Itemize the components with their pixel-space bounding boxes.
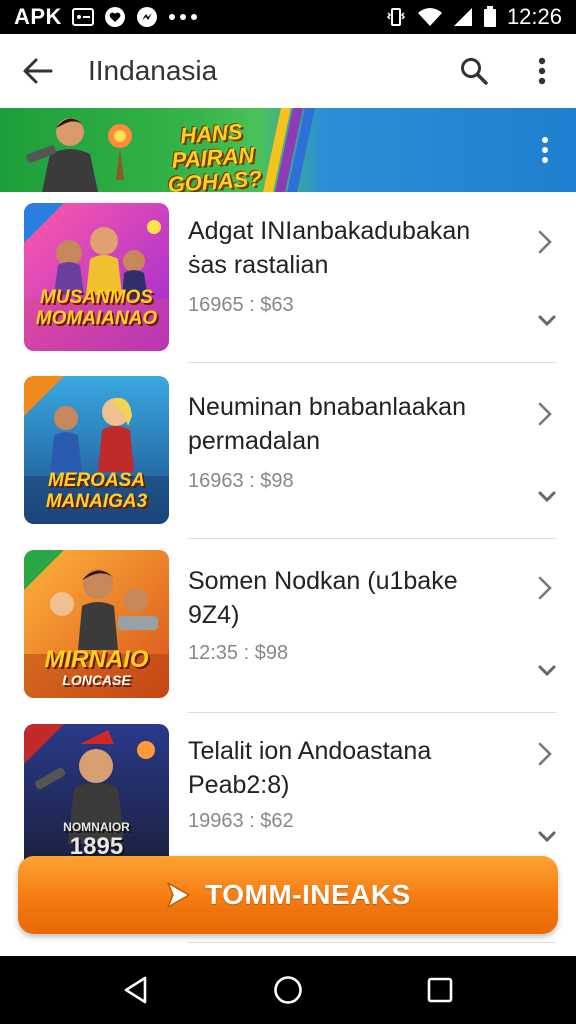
game-thumbnail[interactable]: MUSANMOS MOMAIANAO	[24, 203, 169, 351]
list-item[interactable]: MIRNAIO LONCASE Somen Nodkan (u1bake 9Z4…	[0, 540, 576, 714]
search-icon	[461, 58, 488, 85]
status-carrier-label: APK	[14, 4, 62, 29]
nav-home-button[interactable]	[258, 960, 318, 1020]
thumbnail-text: MEROASA MANAIGA3	[45, 470, 148, 512]
nav-back-button[interactable]	[106, 960, 166, 1020]
banner-text: HANS PAIRAN GOHAS?	[166, 118, 263, 192]
item-title: Telalit ion Andoastana Peab2:8)	[188, 737, 432, 799]
divider	[188, 712, 556, 713]
divider	[188, 942, 556, 943]
app-bar: IIndanasia	[0, 34, 576, 108]
divider	[188, 362, 556, 363]
game-thumbnail[interactable]: NOMNAIOR 1895	[24, 724, 169, 872]
back-button[interactable]	[0, 34, 76, 108]
thumbnail-text: MUSANMOS MOMAIANAO	[35, 287, 158, 329]
list-item[interactable]: MUSANMOS MOMAIANAO Adgat INIanbakadubaka…	[0, 192, 576, 366]
nav-back-icon	[124, 976, 147, 1004]
item-meta: 12:35 : $98	[188, 642, 289, 664]
chevron-right-icon[interactable]	[534, 574, 556, 602]
nav-home-icon	[274, 976, 302, 1004]
promo-banner[interactable]: HANS PAIRAN GOHAS?	[0, 108, 576, 192]
banner-menu-button[interactable]	[528, 130, 562, 170]
thumbnail-text: NOMNAIOR 1895	[63, 820, 130, 860]
more-vert-icon	[538, 57, 546, 85]
more-vert-icon	[542, 137, 548, 163]
item-title: Somen Nodkan (u1bake 9Z4)	[188, 567, 458, 629]
chevron-right-icon[interactable]	[534, 400, 556, 428]
chevron-down-icon[interactable]	[536, 488, 558, 506]
arrow-left-icon	[23, 58, 53, 84]
chevron-down-icon[interactable]	[536, 312, 558, 330]
navigation-bar	[0, 956, 576, 1024]
item-meta: 16965 : $63	[188, 294, 294, 316]
primary-cta-button[interactable]: TOMM-INEAKS	[18, 856, 558, 934]
battery-icon	[483, 6, 497, 28]
game-thumbnail[interactable]: MEROASA MANAIGA3	[24, 376, 169, 524]
heart-icon	[104, 7, 126, 27]
signal-icon	[453, 7, 473, 27]
item-meta: 16963 : $98	[188, 470, 294, 492]
item-title: Adgat INIanbakadubakan ṡas rastalian	[188, 217, 471, 279]
status-bar: APK 12:26	[0, 0, 576, 34]
game-thumbnail[interactable]: MIRNAIO LONCASE	[24, 550, 169, 698]
page-title: IIndanasia	[88, 55, 218, 86]
chevron-right-icon[interactable]	[534, 740, 556, 768]
cta-label: TOMM-INEAKS	[205, 879, 411, 910]
list-item[interactable]: MEROASA MANAIGA3 Neuminan bnabanlaakan p…	[0, 366, 576, 540]
wifi-icon	[417, 7, 443, 27]
screenshot-icon	[71, 8, 94, 26]
search-button[interactable]	[440, 34, 508, 108]
overflow-menu-button[interactable]	[508, 34, 576, 108]
chevron-down-icon[interactable]	[536, 828, 558, 846]
messenger-icon	[136, 6, 158, 28]
item-meta: 19963 : $62	[188, 810, 294, 832]
more-dots-icon	[168, 13, 198, 21]
thumbnail-text: MIRNAIO LONCASE	[44, 646, 149, 689]
divider	[188, 538, 556, 539]
item-title: Neuminan bnabanlaakan permadalan	[188, 393, 466, 455]
vibrate-icon	[385, 6, 407, 28]
chevron-down-icon[interactable]	[536, 662, 558, 680]
nav-recents-icon	[427, 977, 453, 1003]
banner-character-image	[26, 118, 132, 192]
status-time: 12:26	[506, 4, 562, 29]
play-arrow-icon	[167, 882, 190, 908]
chevron-right-icon[interactable]	[534, 228, 556, 256]
nav-recents-button[interactable]	[410, 960, 470, 1020]
